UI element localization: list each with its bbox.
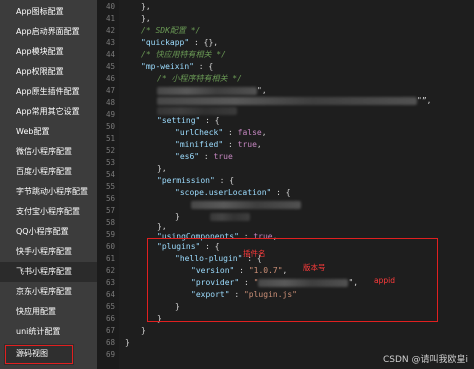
redacted-text [191, 200, 301, 209]
code-line: } [125, 338, 130, 347]
code-line: } [141, 326, 146, 335]
appid-annotation: appid [374, 276, 395, 285]
sidebar-item-app-icon[interactable]: App图标配置 [0, 2, 97, 22]
settings-sidebar: App图标配置 App启动界面配置 App模块配置 App权限配置 App原生插… [0, 0, 97, 369]
sidebar-item-qq[interactable]: QQ小程序配置 [0, 222, 97, 242]
sidebar-item-source-view[interactable]: 源码视图 [4, 344, 74, 365]
sidebar-item-app-other[interactable]: App常用其它设置 [0, 102, 97, 122]
code-line: "es6" : true [175, 152, 233, 161]
line-number-gutter: 40 41 42 43 44 45 46 47 48 49 50 51 52 5… [97, 0, 119, 369]
redacted-text [209, 212, 250, 221]
sidebar-item-app-permissions[interactable]: App权限配置 [0, 62, 97, 82]
sidebar-item-jd[interactable]: 京东小程序配置 [0, 282, 97, 302]
sidebar-item-feishu[interactable]: 飞书小程序配置 [0, 262, 97, 282]
sidebar-item-uni-stat[interactable]: uni统计配置 [0, 322, 97, 342]
sidebar-item-app-splash[interactable]: App启动界面配置 [0, 22, 97, 42]
sidebar-item-toutiao[interactable]: 字节跳动小程序配置 [0, 182, 97, 202]
sidebar-item-web[interactable]: Web配置 [0, 122, 97, 142]
watermark: CSDN @请叫我欧皇i [382, 355, 468, 365]
line-number: 69 [105, 350, 115, 359]
sidebar-item-baidu[interactable]: 百度小程序配置 [0, 162, 97, 182]
sidebar-item-app-native-plugins[interactable]: App原生插件配置 [0, 82, 97, 102]
plugin-name-annotation: 插件名 [243, 249, 266, 258]
sidebar-item-quickapp[interactable]: 快应用配置 [0, 302, 97, 322]
code-line: } [175, 210, 250, 224]
sidebar-item-alipay[interactable]: 支付宝小程序配置 [0, 202, 97, 222]
sidebar-item-weixin[interactable]: 微信小程序配置 [0, 142, 97, 162]
version-annotation: 版本号 [303, 263, 326, 272]
sidebar-item-app-modules[interactable]: App模块配置 [0, 42, 97, 62]
sidebar-item-kuaishou[interactable]: 快手小程序配置 [0, 242, 97, 262]
